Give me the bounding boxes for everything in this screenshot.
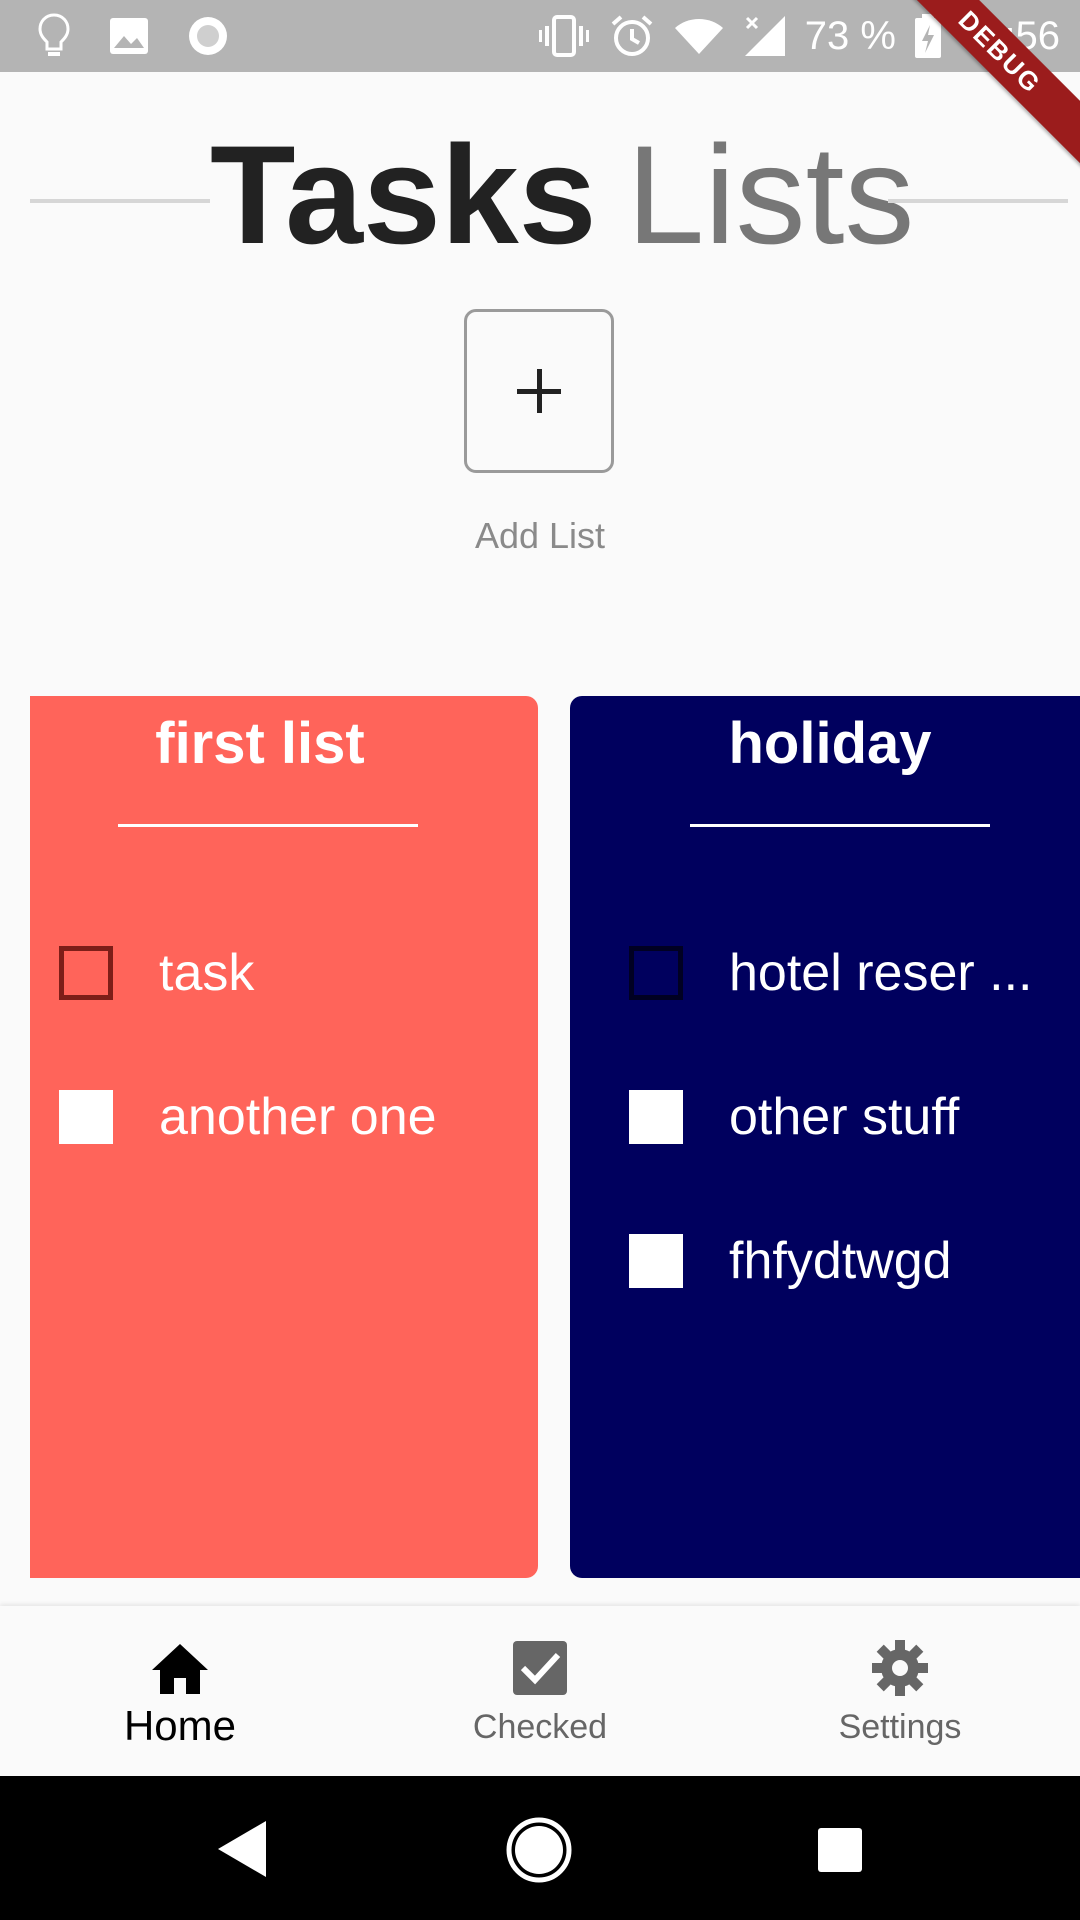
task-row[interactable]: another one (59, 1087, 437, 1147)
list-card-title: holiday (728, 711, 932, 776)
recents-icon[interactable] (817, 1827, 863, 1873)
plus-icon (517, 369, 561, 413)
task-row[interactable]: hotel reser ... (629, 943, 1032, 1003)
title-divider-right (888, 199, 1068, 203)
checkbox-icon (513, 1641, 567, 1695)
vibrate-icon (538, 15, 589, 57)
list-card-first-list[interactable]: first list task another one (30, 696, 538, 1578)
alarm-icon (611, 15, 653, 56)
signal-icon (744, 16, 785, 56)
task-checkbox-checked[interactable] (629, 1234, 683, 1288)
task-row[interactable]: fhfydtwgd (629, 1231, 952, 1291)
title-light-word: Lists (626, 116, 915, 273)
status-bar: 73 % 02:56 (0, 0, 1080, 72)
nav-label-home: Home (123, 1702, 237, 1749)
task-checkbox-unchecked[interactable] (629, 946, 683, 1000)
status-icons-left (36, 12, 230, 60)
nav-label-settings: Settings (838, 1708, 962, 1746)
task-checkbox-checked[interactable] (629, 1090, 683, 1144)
nav-item-settings[interactable]: Settings (720, 1606, 1080, 1776)
task-label: fhfydtwgd (729, 1232, 952, 1290)
circle-record-icon (189, 17, 227, 55)
task-label: hotel reser ... (729, 944, 1033, 1002)
battery-percent: 73 % (804, 13, 896, 58)
page-header: Tasks Lists (0, 110, 1080, 270)
task-checkbox-unchecked[interactable] (59, 946, 113, 1000)
home-circle-icon[interactable] (505, 1816, 573, 1884)
nav-label-checked: Checked (472, 1708, 608, 1746)
page-title: Tasks Lists (210, 120, 914, 270)
title-bold-word: Tasks (210, 116, 597, 273)
task-label: task (159, 944, 255, 1002)
bottom-navigation: Home Checked Settings (0, 1606, 1080, 1776)
task-checkbox-checked[interactable] (59, 1090, 113, 1144)
gear-icon (872, 1640, 928, 1696)
title-divider-left (30, 199, 210, 203)
lightbulb-icon (38, 13, 70, 56)
task-row[interactable]: other stuff (629, 1087, 959, 1147)
list-card-divider (118, 824, 418, 827)
task-row[interactable]: task (59, 943, 254, 1003)
add-list-label: Add List (474, 515, 606, 556)
list-card-holiday[interactable]: holiday hotel reser ... other stuff fhfy… (570, 696, 1080, 1578)
nav-item-checked[interactable]: Checked (360, 1606, 720, 1776)
back-icon[interactable] (214, 1818, 270, 1880)
nav-item-home[interactable]: Home (0, 1606, 360, 1776)
image-icon (110, 18, 148, 54)
system-navigation-bar (0, 1776, 1080, 1920)
list-card-divider (690, 824, 990, 827)
add-list-button[interactable] (464, 309, 614, 473)
home-icon (152, 1644, 208, 1694)
task-label: another one (159, 1088, 437, 1146)
list-card-title: first list (155, 711, 365, 776)
task-label: other stuff (729, 1088, 960, 1146)
wifi-icon (674, 19, 723, 54)
